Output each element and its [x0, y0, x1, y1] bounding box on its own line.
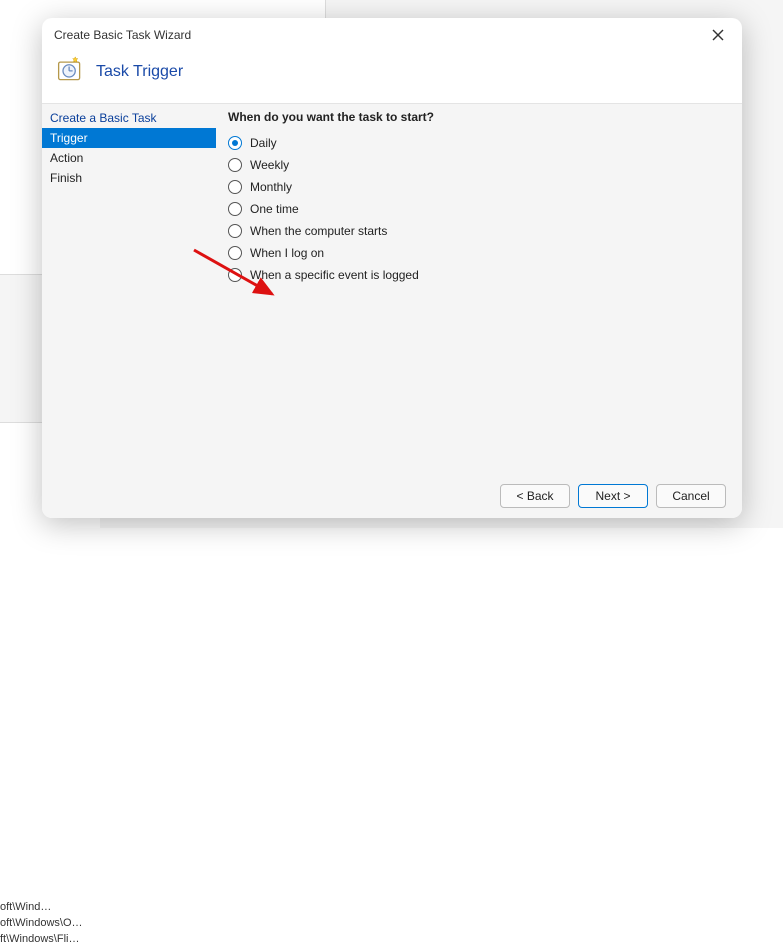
sidebar-item-finish[interactable]: Finish	[42, 168, 216, 188]
radio-label: Weekly	[250, 158, 289, 172]
next-button[interactable]: Next >	[578, 484, 648, 508]
radio-label: When the computer starts	[250, 224, 387, 238]
sidebar-item-label: Trigger	[50, 131, 88, 145]
page-title: Task Trigger	[96, 63, 183, 81]
radio-label: When I log on	[250, 246, 324, 260]
radio-label: Monthly	[250, 180, 292, 194]
close-icon	[712, 29, 724, 41]
bg-text-3: ft\Windows\Fli…	[0, 933, 100, 945]
radio-label: Daily	[250, 136, 277, 150]
radio-weekly[interactable]: Weekly	[228, 158, 730, 172]
radio-one-time[interactable]: One time	[228, 202, 730, 216]
wizard-body: Create a Basic Task Trigger Action Finis…	[42, 103, 742, 474]
radio-label: One time	[250, 202, 299, 216]
bg-text-2: oft\Windows\O…	[0, 917, 100, 929]
wizard-dialog: Create Basic Task Wizard Task Trigger Cr…	[42, 18, 742, 518]
sidebar-item-action[interactable]: Action	[42, 148, 216, 168]
bg-text-1: oft\Wind…	[0, 901, 100, 913]
footer: < Back Next > Cancel	[42, 474, 742, 518]
radio-icon	[228, 224, 242, 238]
content: When do you want the task to start? Dail…	[216, 104, 742, 474]
radio-event-logged[interactable]: When a specific event is logged	[228, 268, 730, 282]
radio-icon	[228, 158, 242, 172]
clock-icon	[56, 56, 84, 87]
prompt-text: When do you want the task to start?	[228, 110, 730, 124]
titlebar: Create Basic Task Wizard	[42, 18, 742, 52]
radio-icon	[228, 136, 242, 150]
radio-log-on[interactable]: When I log on	[228, 246, 730, 260]
cancel-button[interactable]: Cancel	[656, 484, 726, 508]
radio-label: When a specific event is logged	[250, 268, 419, 282]
back-button[interactable]: < Back	[500, 484, 570, 508]
radio-icon	[228, 202, 242, 216]
radio-daily[interactable]: Daily	[228, 136, 730, 150]
sidebar-item-label: Create a Basic Task	[50, 111, 157, 125]
sidebar-item-label: Action	[50, 151, 83, 165]
window-title: Create Basic Task Wizard	[54, 28, 191, 42]
close-button[interactable]	[706, 23, 730, 47]
sidebar-item-create-basic-task[interactable]: Create a Basic Task	[42, 108, 216, 128]
radio-icon	[228, 268, 242, 282]
radio-icon	[228, 246, 242, 260]
radio-monthly[interactable]: Monthly	[228, 180, 730, 194]
sidebar-item-label: Finish	[50, 171, 82, 185]
wizard-header: Task Trigger	[42, 52, 742, 103]
radio-computer-starts[interactable]: When the computer starts	[228, 224, 730, 238]
sidebar: Create a Basic Task Trigger Action Finis…	[42, 104, 216, 474]
radio-icon	[228, 180, 242, 194]
sidebar-item-trigger[interactable]: Trigger	[42, 128, 216, 148]
